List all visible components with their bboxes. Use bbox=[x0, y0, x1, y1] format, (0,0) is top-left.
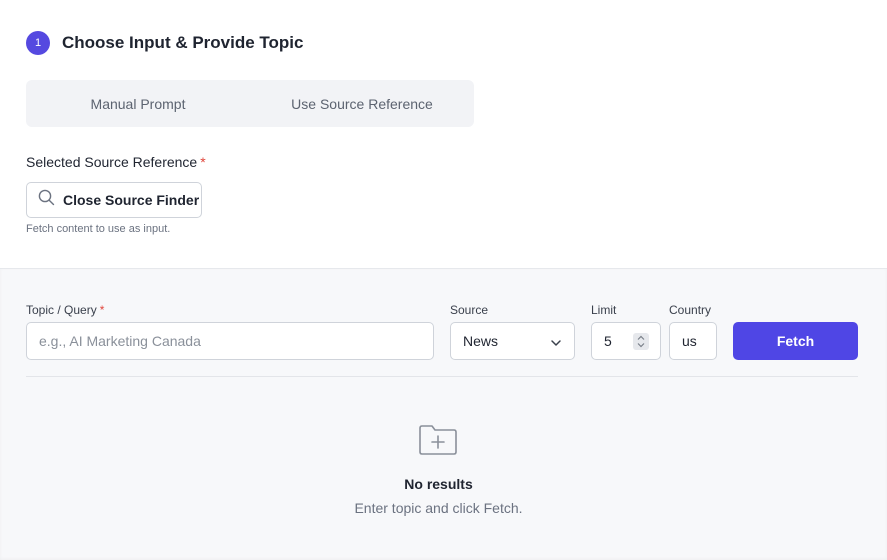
required-mark: * bbox=[99, 303, 105, 317]
required-mark: * bbox=[200, 154, 206, 170]
close-source-finder-label: Close Source Finder bbox=[63, 192, 200, 208]
tab-manual-prompt[interactable]: Manual Prompt bbox=[26, 80, 250, 127]
source-reference-label: Selected Source Reference * bbox=[26, 154, 206, 170]
limit-stepper[interactable]: 5 bbox=[591, 322, 661, 360]
source-help-text: Fetch content to use as input. bbox=[26, 223, 171, 235]
stepper-arrows-icon[interactable] bbox=[633, 333, 649, 350]
country-value: us bbox=[682, 333, 697, 349]
step-number-badge: 1 bbox=[26, 31, 50, 55]
input-section: 1 Choose Input & Provide Topic Manual Pr… bbox=[0, 0, 887, 268]
limit-label: Limit bbox=[591, 303, 617, 317]
divider bbox=[26, 376, 858, 377]
source-label: Source bbox=[450, 303, 489, 317]
input-mode-tabs: Manual Prompt Use Source Reference bbox=[26, 80, 474, 127]
chevron-down-icon bbox=[550, 336, 562, 352]
close-source-finder-button[interactable]: Close Source Finder bbox=[26, 182, 202, 218]
source-reference-label-text: Selected Source Reference bbox=[26, 154, 198, 170]
country-input[interactable]: us bbox=[669, 322, 717, 360]
section-title: Choose Input & Provide Topic bbox=[62, 33, 304, 52]
source-finder-panel bbox=[0, 268, 887, 560]
limit-value: 5 bbox=[604, 333, 612, 349]
empty-state-subtitle: Enter topic and click Fetch. bbox=[354, 500, 523, 516]
empty-state-title: No results bbox=[404, 476, 473, 492]
topic-query-label-text: Topic / Query bbox=[26, 303, 97, 317]
search-icon bbox=[38, 189, 55, 211]
topic-query-input[interactable]: e.g., AI Marketing Canada bbox=[26, 322, 434, 360]
topic-query-label: Topic / Query * bbox=[26, 303, 104, 317]
source-select[interactable]: News bbox=[450, 322, 575, 360]
tab-use-source-reference[interactable]: Use Source Reference bbox=[250, 80, 474, 127]
topic-query-placeholder: e.g., AI Marketing Canada bbox=[39, 333, 201, 349]
fetch-button[interactable]: Fetch bbox=[733, 322, 858, 360]
source-select-value: News bbox=[463, 333, 499, 349]
country-label: Country bbox=[669, 303, 712, 317]
folder-plus-icon bbox=[418, 424, 458, 461]
